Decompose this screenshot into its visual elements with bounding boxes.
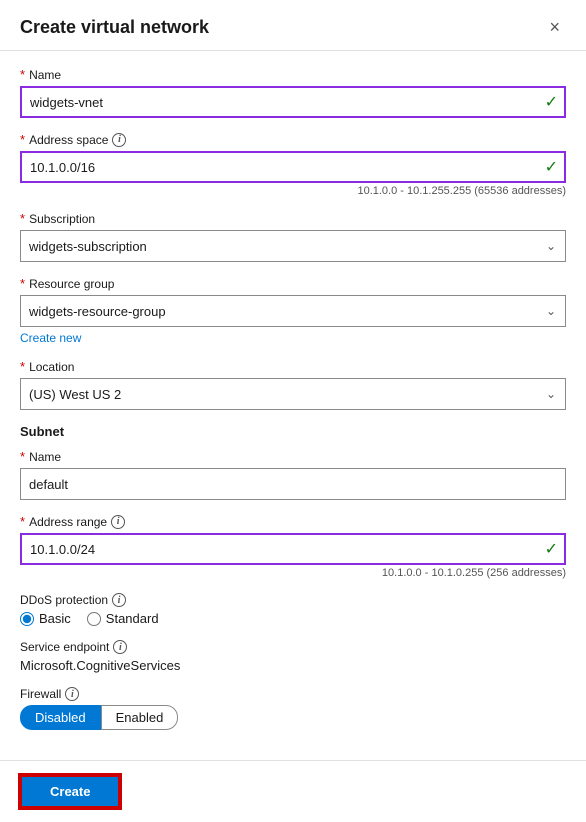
- ddos-basic-label: Basic: [39, 611, 71, 626]
- location-required-star: *: [20, 359, 25, 374]
- name-check-icon: ✓: [545, 92, 558, 112]
- subnet-name-label: * Name: [20, 449, 566, 464]
- firewall-disabled-button[interactable]: Disabled: [20, 705, 101, 730]
- dialog-header: Create virtual network ×: [0, 0, 586, 51]
- name-input-wrapper: ✓: [20, 86, 566, 118]
- address-range-required-star: *: [20, 514, 25, 529]
- firewall-label-text: Firewall: [20, 687, 61, 701]
- close-button[interactable]: ×: [543, 16, 566, 38]
- service-endpoint-info-icon[interactable]: i: [113, 640, 127, 654]
- subscription-select[interactable]: widgets-subscription: [20, 230, 566, 262]
- location-field-group: * Location (US) West US 2 ⌄: [20, 359, 566, 410]
- dialog-footer: Create: [0, 760, 586, 822]
- resource-group-select[interactable]: widgets-resource-group: [20, 295, 566, 327]
- address-range-input[interactable]: [20, 533, 566, 565]
- subscription-select-wrapper: widgets-subscription ⌄: [20, 230, 566, 262]
- address-space-hint: 10.1.0.0 - 10.1.255.255 (65536 addresses…: [20, 185, 566, 197]
- resource-group-required-star: *: [20, 276, 25, 291]
- address-range-check-icon: ✓: [545, 539, 558, 559]
- address-range-hint: 10.1.0.0 - 10.1.0.255 (256 addresses): [20, 567, 566, 579]
- subscription-field-group: * Subscription widgets-subscription ⌄: [20, 211, 566, 262]
- create-vnet-dialog: Create virtual network × * Name ✓ * Addr…: [0, 0, 586, 822]
- address-space-label: * Address space i: [20, 132, 566, 147]
- name-label: * Name: [20, 67, 566, 82]
- address-range-info-icon[interactable]: i: [111, 515, 125, 529]
- name-required-star: *: [20, 67, 25, 82]
- subscription-label-text: Subscription: [29, 212, 95, 226]
- resource-group-label-text: Resource group: [29, 277, 114, 291]
- ddos-standard-option[interactable]: Standard: [87, 611, 159, 626]
- address-range-field-group: * Address range i ✓ 10.1.0.0 - 10.1.0.25…: [20, 514, 566, 579]
- subnet-name-input[interactable]: [20, 468, 566, 500]
- ddos-label: DDoS protection i: [20, 593, 566, 607]
- address-space-field-group: * Address space i ✓ 10.1.0.0 - 10.1.255.…: [20, 132, 566, 197]
- ddos-label-text: DDoS protection: [20, 593, 108, 607]
- resource-group-select-wrapper: widgets-resource-group ⌄: [20, 295, 566, 327]
- location-label: * Location: [20, 359, 566, 374]
- name-field-group: * Name ✓: [20, 67, 566, 118]
- ddos-radio-group: Basic Standard: [20, 611, 566, 626]
- subnet-name-required-star: *: [20, 449, 25, 464]
- location-select-wrapper: (US) West US 2 ⌄: [20, 378, 566, 410]
- firewall-label: Firewall i: [20, 687, 566, 701]
- subnet-name-label-text: Name: [29, 450, 61, 464]
- name-input[interactable]: [20, 86, 566, 118]
- ddos-basic-radio[interactable]: [20, 612, 34, 626]
- subscription-label: * Subscription: [20, 211, 566, 226]
- subscription-required-star: *: [20, 211, 25, 226]
- resource-group-label: * Resource group: [20, 276, 566, 291]
- address-range-input-wrapper: ✓: [20, 533, 566, 565]
- service-endpoint-label-text: Service endpoint: [20, 640, 109, 654]
- service-endpoint-field-group: Service endpoint i Microsoft.CognitiveSe…: [20, 640, 566, 673]
- ddos-standard-radio[interactable]: [87, 612, 101, 626]
- address-space-info-icon[interactable]: i: [112, 133, 126, 147]
- ddos-basic-option[interactable]: Basic: [20, 611, 71, 626]
- ddos-info-icon[interactable]: i: [112, 593, 126, 607]
- dialog-title: Create virtual network: [20, 17, 209, 38]
- location-select[interactable]: (US) West US 2: [20, 378, 566, 410]
- name-label-text: Name: [29, 68, 61, 82]
- resource-group-field-group: * Resource group widgets-resource-group …: [20, 276, 566, 345]
- address-space-check-icon: ✓: [545, 157, 558, 177]
- create-button[interactable]: Create: [20, 775, 120, 808]
- address-range-label-text: Address range: [29, 515, 107, 529]
- address-range-label: * Address range i: [20, 514, 566, 529]
- create-new-link[interactable]: Create new: [20, 331, 81, 345]
- subnet-name-field-group: * Name: [20, 449, 566, 500]
- address-space-input-wrapper: ✓: [20, 151, 566, 183]
- ddos-standard-label: Standard: [106, 611, 159, 626]
- service-endpoint-label: Service endpoint i: [20, 640, 566, 654]
- firewall-toggle-group: Disabled Enabled: [20, 705, 566, 730]
- firewall-enabled-button[interactable]: Enabled: [101, 705, 179, 730]
- dialog-body: * Name ✓ * Address space i ✓ 10.1.0.0 - …: [0, 51, 586, 760]
- address-space-required-star: *: [20, 132, 25, 147]
- address-space-input[interactable]: [20, 151, 566, 183]
- subnet-section-title: Subnet: [20, 424, 566, 439]
- firewall-info-icon[interactable]: i: [65, 687, 79, 701]
- address-space-label-text: Address space: [29, 133, 108, 147]
- firewall-field-group: Firewall i Disabled Enabled: [20, 687, 566, 730]
- location-label-text: Location: [29, 360, 74, 374]
- ddos-field-group: DDoS protection i Basic Standard: [20, 593, 566, 626]
- service-endpoint-value: Microsoft.CognitiveServices: [20, 658, 566, 673]
